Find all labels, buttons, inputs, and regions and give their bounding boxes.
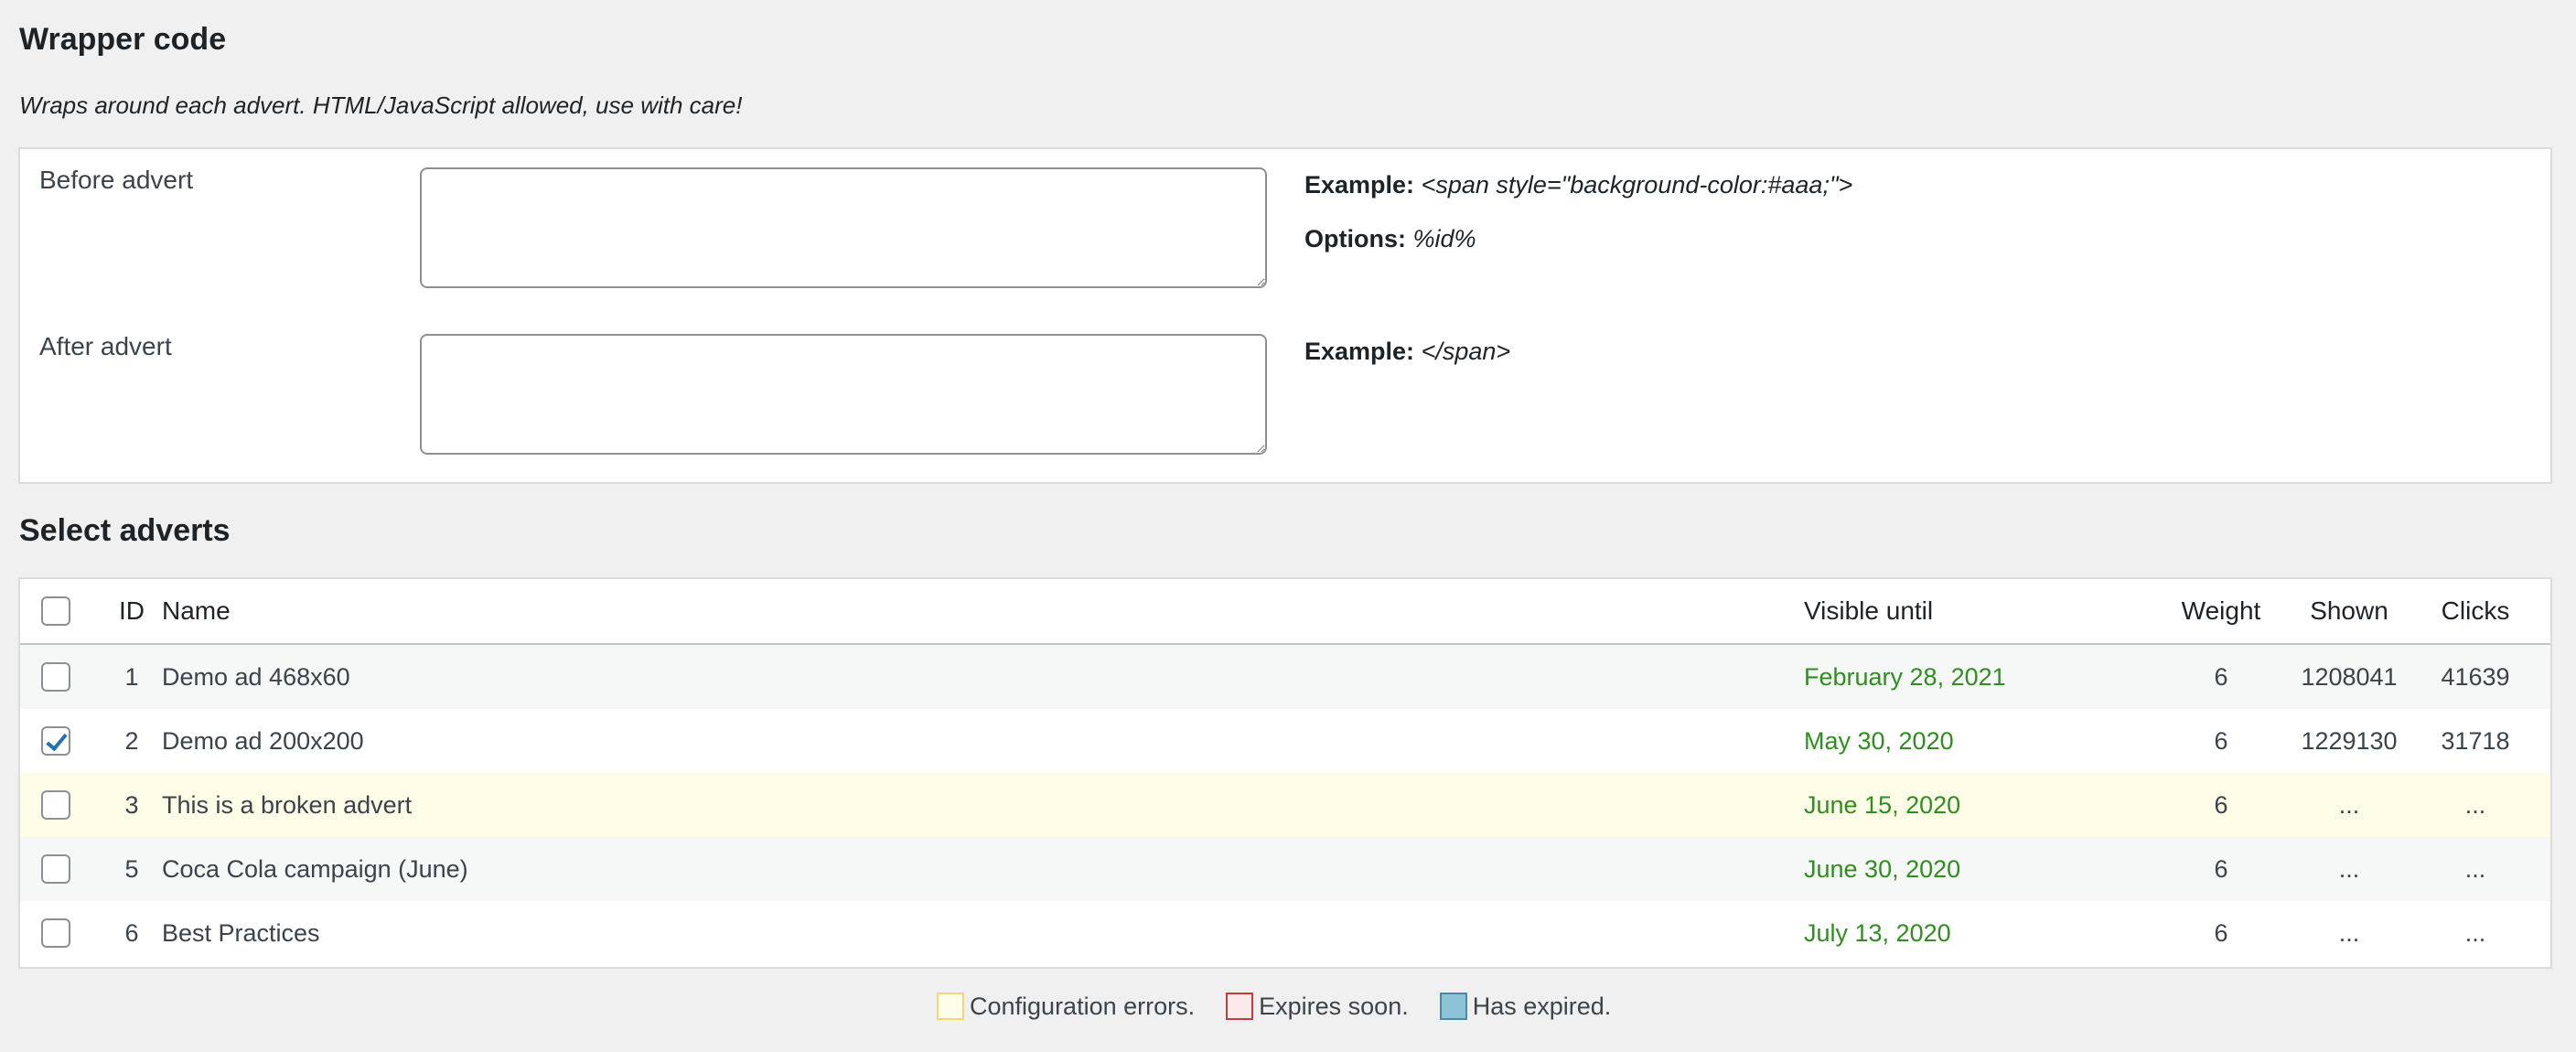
expires-soon-swatch [1226, 993, 1254, 1020]
row-checkbox[interactable] [41, 854, 70, 884]
column-header-id[interactable]: ID [93, 579, 170, 643]
table-header-row: ID Name Visible until Weight Shown Click… [20, 579, 2550, 645]
legend-config-errors: Configuration errors. [937, 993, 1195, 1021]
before-advert-textarea[interactable] [420, 167, 1267, 288]
row-shown: 1229130 [2301, 726, 2398, 755]
row-visible-until: June 30, 2020 [1804, 854, 1961, 883]
after-advert-example: Example: </span> [1304, 338, 1510, 366]
row-checkbox[interactable] [41, 790, 70, 820]
config-errors-swatch [937, 993, 964, 1020]
row-shown: ... [2338, 854, 2360, 883]
row-checkbox-cell [40, 837, 71, 901]
after-advert-label: After advert [39, 332, 172, 360]
row-shown: ... [2338, 918, 2360, 947]
before-advert-options: Options: %id% [1304, 225, 1476, 253]
before-options-value: %id% [1412, 225, 1476, 252]
before-options-label: Options: [1304, 225, 1406, 252]
row-id: 3 [124, 790, 139, 819]
row-weight: 6 [2214, 854, 2228, 883]
status-legend: Configuration errors. Expires soon. Has … [937, 990, 1642, 1023]
wrapper-code-panel: Before advert Example: <span style="back… [18, 147, 2552, 484]
row-name: Coca Cola campaign (June) [162, 854, 468, 883]
row-shown: ... [2338, 790, 2360, 819]
select-all-checkbox[interactable] [41, 596, 70, 626]
row-id: 2 [124, 726, 139, 755]
row-weight: 6 [2214, 662, 2228, 691]
row-weight: 6 [2214, 918, 2228, 947]
row-shown: 1208041 [2301, 662, 2398, 691]
legend-expires-soon-label: Expires soon. [1259, 992, 1409, 1020]
legend-has-expired: Has expired. [1439, 992, 1612, 1021]
row-checkbox-cell [40, 901, 71, 965]
column-header-clicks[interactable]: Clicks [2417, 579, 2534, 643]
row-checkbox[interactable] [41, 662, 70, 692]
row-name: This is a broken advert [162, 790, 413, 819]
row-clicks: ... [2464, 918, 2486, 947]
row-checkbox-cell [40, 709, 71, 773]
row-weight: 6 [2214, 726, 2228, 755]
select-all-cell [40, 579, 71, 643]
row-clicks: 41639 [2441, 662, 2510, 691]
wrapper-code-heading: Wrapper code [19, 22, 227, 57]
row-checkbox[interactable] [41, 918, 70, 948]
table-row: 2 Demo ad 200x200 May 30, 2020 6 1229130… [20, 709, 2550, 773]
row-visible-until: June 15, 2020 [1804, 790, 1961, 819]
adverts-table: ID Name Visible until Weight Shown Click… [18, 577, 2552, 969]
row-clicks: ... [2464, 790, 2486, 819]
legend-config-errors-label: Configuration errors. [970, 992, 1196, 1020]
row-weight: 6 [2214, 790, 2228, 819]
row-visible-until: July 13, 2020 [1804, 918, 1951, 947]
row-clicks: 31718 [2441, 726, 2510, 755]
row-visible-until: February 28, 2021 [1804, 662, 2006, 691]
column-header-name[interactable]: Name [162, 579, 231, 643]
row-checkbox-cell [40, 645, 71, 709]
column-header-visible-until[interactable]: Visible until [1804, 579, 1933, 643]
before-advert-example: Example: <span style="background-color:#… [1304, 171, 1852, 199]
row-name: Best Practices [162, 918, 320, 947]
after-example-label: Example: [1304, 338, 1415, 365]
row-name: Demo ad 200x200 [162, 726, 364, 755]
table-row: 1 Demo ad 468x60 February 28, 2021 6 120… [20, 645, 2550, 709]
row-id: 5 [124, 854, 139, 883]
select-adverts-heading: Select adverts [19, 513, 231, 548]
has-expired-swatch [1439, 993, 1467, 1020]
table-row: 6 Best Practices July 13, 2020 6 ... ... [20, 901, 2550, 965]
wrapper-code-description: Wraps around each advert. HTML/JavaScrip… [19, 91, 743, 119]
row-id: 1 [124, 662, 139, 691]
table-row-config-error: 3 This is a broken advert June 15, 2020 … [20, 773, 2550, 837]
legend-has-expired-label: Has expired. [1472, 992, 1612, 1020]
row-checkbox-checked[interactable] [41, 726, 70, 756]
row-id: 6 [124, 918, 139, 947]
legend-expires-soon: Expires soon. [1226, 993, 1409, 1021]
after-example-value: </span> [1421, 338, 1511, 365]
row-clicks: ... [2464, 854, 2486, 883]
before-example-value: <span style="background-color:#aaa;"> [1421, 171, 1853, 199]
row-name: Demo ad 468x60 [162, 662, 350, 691]
before-example-label: Example: [1304, 171, 1415, 199]
column-header-shown[interactable]: Shown [2285, 579, 2413, 643]
table-row: 5 Coca Cola campaign (June) June 30, 202… [20, 837, 2550, 901]
row-visible-until: May 30, 2020 [1804, 726, 1954, 755]
after-advert-textarea[interactable] [420, 334, 1267, 455]
column-header-weight[interactable]: Weight [2161, 579, 2281, 643]
row-checkbox-cell [40, 773, 71, 837]
before-advert-label: Before advert [39, 166, 194, 194]
